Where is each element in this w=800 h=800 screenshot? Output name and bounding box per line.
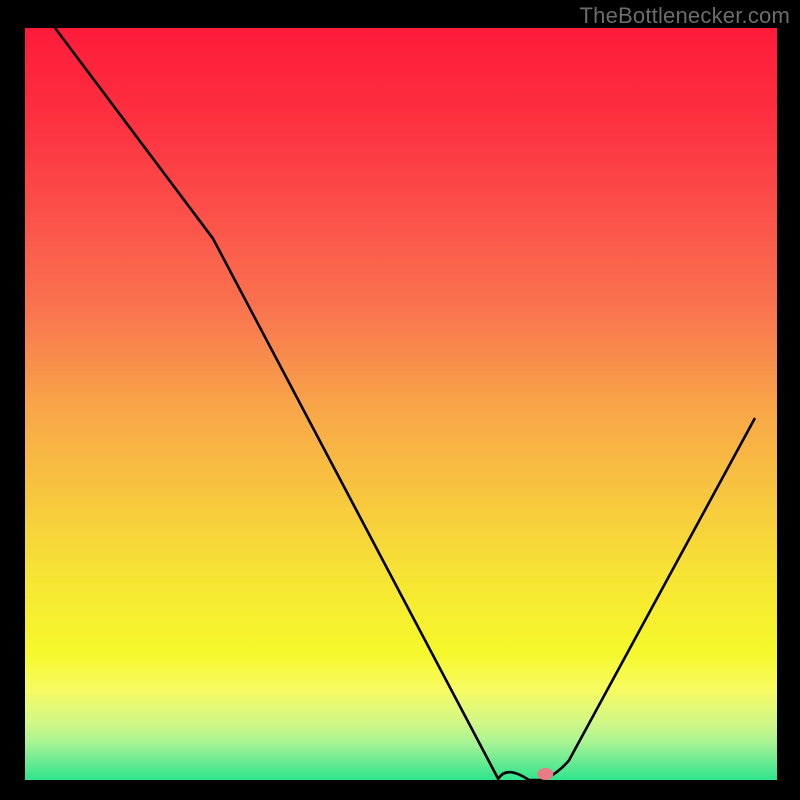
optimal-marker bbox=[537, 768, 553, 780]
watermark-text: TheBottlenecker.com bbox=[580, 3, 790, 29]
chart-stage: TheBottlenecker.com bbox=[0, 0, 800, 800]
plot-background bbox=[25, 28, 777, 780]
chart-svg bbox=[0, 0, 800, 800]
